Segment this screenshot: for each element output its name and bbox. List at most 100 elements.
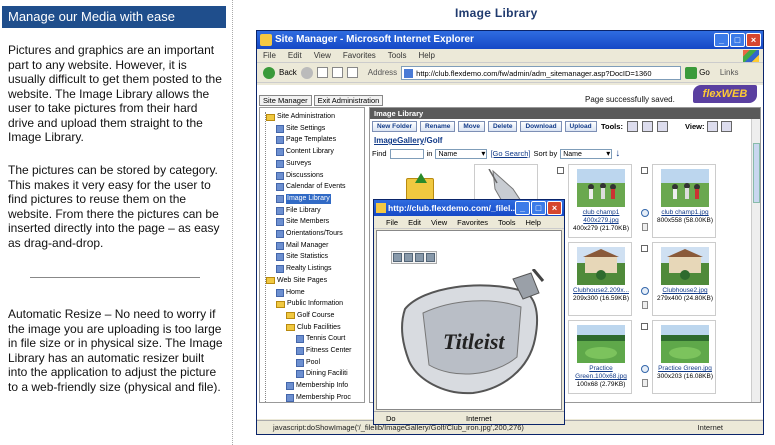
delete-button[interactable]: Delete (487, 121, 518, 132)
preview-icon[interactable] (641, 209, 649, 217)
sort-select[interactable]: Name (560, 148, 613, 159)
tile-name[interactable]: club champ1.jpg (653, 209, 717, 217)
tree-item[interactable]: Membership Info (286, 381, 348, 391)
select-checkbox[interactable] (641, 167, 648, 174)
tree-item[interactable]: Membership Proc (286, 393, 351, 402)
tile-name[interactable]: club champ1 400x279.jpg (569, 209, 633, 225)
menu-tools[interactable]: Tools (498, 216, 516, 228)
go-search-link[interactable]: [Go Search] (490, 149, 530, 158)
tree-item[interactable]: Site Settings (276, 124, 325, 134)
stop-icon[interactable] (316, 67, 328, 78)
menu-help[interactable]: Help (526, 216, 541, 228)
tree-item-label: Membership Proc (296, 393, 351, 401)
menu-favorites[interactable]: Favorites (343, 49, 376, 62)
sort-direction-icon[interactable]: ↓ (615, 148, 620, 159)
tree-item[interactable]: File Library (276, 206, 321, 216)
minimize-button[interactable]: _ (714, 33, 729, 47)
resize-icon[interactable] (626, 121, 638, 132)
tile-name[interactable]: Clubhouse2.209x... (569, 287, 633, 295)
menu-file[interactable]: File (263, 49, 276, 62)
save-icon[interactable] (393, 253, 402, 262)
tree-item[interactable]: Pool (296, 358, 320, 368)
back-button[interactable]: Back (279, 63, 297, 83)
address-bar[interactable]: http://club.flexdemo.com/fw/admin/adm_si… (401, 65, 682, 80)
go-button[interactable]: Go (685, 63, 710, 83)
list-view-icon[interactable] (707, 121, 719, 132)
new-folder-button[interactable]: New Folder (372, 121, 418, 132)
select-checkbox[interactable] (641, 245, 648, 252)
menu-view[interactable]: View (431, 216, 447, 228)
tree-item[interactable]: Calendar of Events (276, 182, 346, 192)
links-label[interactable]: Links (720, 63, 739, 83)
tree-item[interactable]: Tennis Court (296, 334, 345, 344)
tile-name[interactable]: Practice Green.jpg (653, 365, 717, 373)
tree-item[interactable]: Web Site Pages (266, 276, 327, 286)
thumbnail-view-icon[interactable] (721, 121, 733, 132)
tree-item[interactable]: Golf Course (286, 311, 334, 321)
download-button[interactable]: Download (520, 121, 562, 132)
tree-item[interactable]: Mail Manager (276, 241, 328, 251)
tree-item[interactable]: Discussions (276, 171, 323, 181)
forward-icon[interactable] (300, 66, 313, 79)
find-input[interactable] (389, 148, 424, 159)
upload-button[interactable]: Upload (564, 121, 597, 132)
tree-item[interactable]: Home (276, 288, 305, 298)
print-icon[interactable] (404, 253, 413, 262)
breadcrumb-link[interactable]: ImageGallery (374, 136, 424, 145)
preview-icon[interactable] (641, 365, 649, 373)
folder-icon[interactable] (426, 253, 435, 262)
tree-item[interactable]: Orientations/Tours (276, 229, 343, 239)
maximize-button[interactable]: □ (730, 33, 745, 47)
image-tile[interactable]: Practice Green.100x68.jpg 100x68 (2.79KB… (557, 320, 633, 394)
tree-item[interactable]: Content Library (276, 147, 334, 157)
select-checkbox[interactable] (641, 323, 648, 330)
menu-file[interactable]: File (386, 216, 398, 228)
home-icon[interactable] (346, 67, 358, 78)
close-button[interactable]: × (547, 201, 562, 215)
properties-icon[interactable] (642, 379, 648, 387)
tree-item[interactable]: Club Facilities (286, 323, 341, 333)
image-tile[interactable]: club champ1.jpg 800x558 (58.00KB) (641, 164, 717, 238)
library-scrollbar[interactable] (751, 119, 760, 402)
tree-item[interactable]: Dining Faciliti (296, 369, 348, 379)
tree-item[interactable]: Site Statistics (276, 252, 328, 262)
refresh-icon[interactable] (331, 67, 343, 78)
menu-tools[interactable]: Tools (388, 49, 407, 62)
tree-item[interactable]: Realty Listings (276, 264, 332, 274)
rename-button[interactable]: Rename (420, 121, 456, 132)
menu-edit[interactable]: Edit (288, 49, 302, 62)
menu-view[interactable]: View (314, 49, 331, 62)
rotate-icon[interactable] (641, 121, 653, 132)
menu-help[interactable]: Help (418, 49, 434, 62)
tree-item[interactable]: Page Templates (276, 135, 336, 145)
preview-icon[interactable] (641, 287, 649, 295)
tree-item[interactable]: Surveys (276, 159, 311, 169)
mail-icon[interactable] (415, 253, 424, 262)
tile-name[interactable]: Clubhouse2.jpg (653, 287, 717, 295)
tree-item[interactable]: Public Information (276, 299, 343, 309)
scrollbar-thumb[interactable] (753, 143, 760, 203)
tree-item[interactable]: Site Administration (266, 112, 335, 122)
in-select[interactable]: Name (435, 148, 488, 159)
properties-icon[interactable] (642, 223, 648, 231)
refresh-icon[interactable] (656, 121, 668, 132)
tree-item[interactable]: Fitness Center (296, 346, 352, 356)
menu-favorites[interactable]: Favorites (457, 216, 488, 228)
tile-name[interactable]: Practice Green.100x68.jpg (569, 365, 633, 381)
minimize-button[interactable]: _ (515, 201, 530, 215)
move-button[interactable]: Move (458, 121, 485, 132)
maximize-button[interactable]: □ (531, 201, 546, 215)
image-tile[interactable]: Clubhouse2.209x... 209x300 (16.59KB) (557, 242, 633, 316)
close-button[interactable]: × (746, 33, 761, 47)
select-checkbox[interactable] (557, 167, 564, 174)
image-tile[interactable]: Practice Green.jpg 300x203 (16.08KB) (641, 320, 717, 394)
tree-item[interactable]: Image Library (276, 193, 331, 204)
properties-icon[interactable] (642, 301, 648, 309)
tab-exit-administration[interactable]: Exit Administration (313, 95, 384, 106)
image-tile[interactable]: club champ1 400x279.jpg 400x279 (21.70KB… (557, 164, 633, 238)
tree-item[interactable]: Site Members (276, 217, 329, 227)
menu-edit[interactable]: Edit (408, 216, 421, 228)
back-icon[interactable] (263, 66, 275, 79)
image-tile[interactable]: Clubhouse2.jpg 279x400 (24.80KB) (641, 242, 717, 316)
tab-site-manager[interactable]: Site Manager (259, 95, 312, 106)
